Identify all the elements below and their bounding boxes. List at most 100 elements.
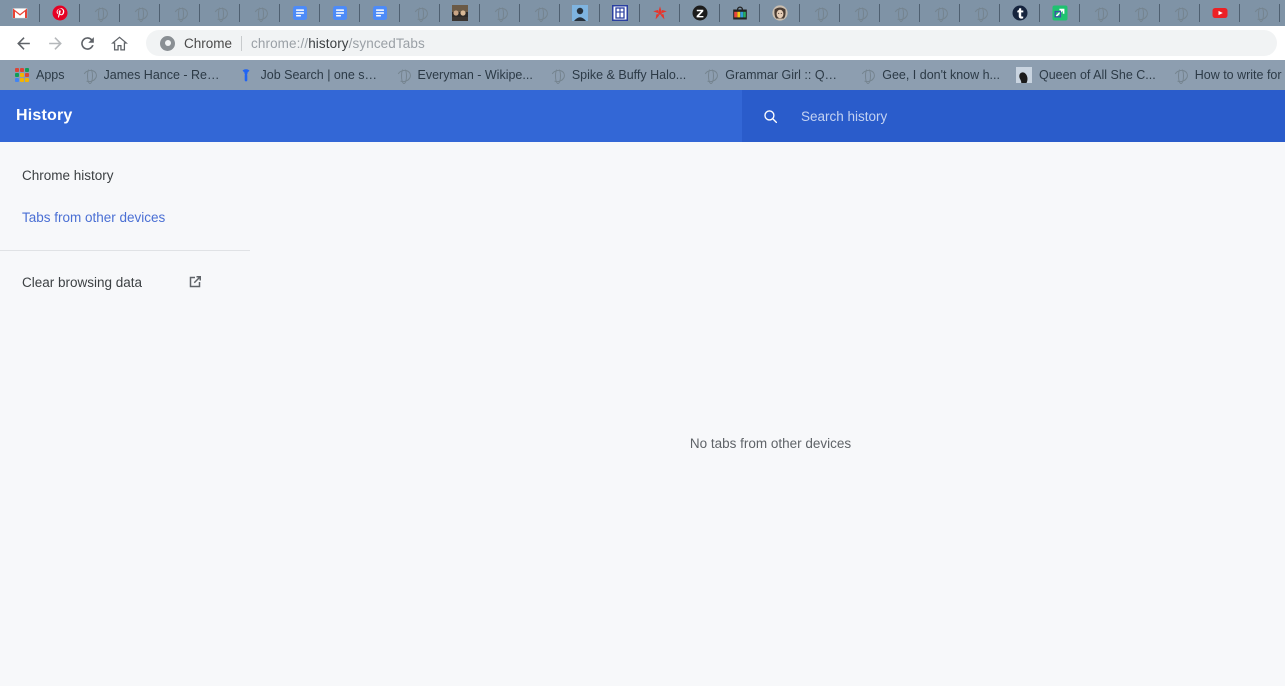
globe-icon xyxy=(812,5,828,21)
history-body: Chrome history Tabs from other devices C… xyxy=(0,142,1285,686)
pinterest-icon xyxy=(52,5,68,21)
globe-icon xyxy=(395,67,411,83)
sidebar-item-chrome-history[interactable]: Chrome history xyxy=(0,154,256,196)
browser-toolbar: Chrome chrome://history/syncedTabs xyxy=(0,26,1285,60)
photo-tab[interactable] xyxy=(440,0,480,26)
sidebar-item-clear-browsing-data[interactable]: Clear browsing data xyxy=(0,261,256,303)
generic-tab-4[interactable] xyxy=(200,0,240,26)
green-app-tab[interactable] xyxy=(1040,0,1080,26)
home-icon xyxy=(110,35,128,50)
page-title: History xyxy=(16,107,73,124)
search-icon xyxy=(764,109,778,123)
gmail-icon xyxy=(12,5,28,21)
bookmark-apps[interactable]: Apps xyxy=(7,65,73,85)
url-highlight: history xyxy=(308,35,349,51)
chrome-logo-icon xyxy=(160,35,175,51)
generic-tab-11[interactable] xyxy=(880,0,920,26)
globe-icon xyxy=(702,67,718,83)
globe-icon xyxy=(92,5,108,21)
generic-tab-2[interactable] xyxy=(120,0,160,26)
generic-tab-16[interactable] xyxy=(1160,0,1200,26)
globe-icon xyxy=(172,5,188,21)
generic-tab-8[interactable] xyxy=(520,0,560,26)
url-suffix: /syncedTabs xyxy=(348,35,425,51)
tab-strip xyxy=(0,0,1285,26)
generic-tab-5[interactable] xyxy=(240,0,280,26)
apps-grid-icon xyxy=(15,68,29,82)
bookmark-item[interactable]: Spike & Buffy Halo... xyxy=(541,64,694,86)
generic-tab-7[interactable] xyxy=(480,0,520,26)
tumblr-tab[interactable] xyxy=(1000,0,1040,26)
generic-tab-14[interactable] xyxy=(1080,0,1120,26)
framed-character-tab[interactable] xyxy=(600,0,640,26)
globe-icon xyxy=(532,5,548,21)
generic-tab-1[interactable] xyxy=(80,0,120,26)
url-prefix: chrome:// xyxy=(251,35,309,51)
bookmark-item[interactable]: How to write for co... xyxy=(1164,64,1285,86)
bookmark-item[interactable]: Grammar Girl :: Qui... xyxy=(694,64,851,86)
search-bar[interactable] xyxy=(742,90,1285,142)
youtube-tab[interactable] xyxy=(1200,0,1240,26)
generic-tab-12[interactable] xyxy=(920,0,960,26)
green-launch-icon xyxy=(1052,5,1068,21)
silhouette-icon xyxy=(1015,67,1032,83)
address-bar[interactable]: Chrome chrome://history/syncedTabs xyxy=(146,30,1277,56)
bookmark-item[interactable]: Gee, I don't know h... xyxy=(851,64,1008,86)
google-docs-icon xyxy=(332,5,348,21)
external-link-icon xyxy=(189,276,201,288)
profile-photo-tab[interactable] xyxy=(560,0,600,26)
back-button[interactable] xyxy=(8,28,38,58)
starfish-tab[interactable] xyxy=(640,0,680,26)
bookmark-item[interactable]: Everyman - Wikipe... xyxy=(387,64,541,86)
bookmark-item[interactable]: Queen of All She C... xyxy=(1008,64,1164,86)
zazzle-tab[interactable] xyxy=(680,0,720,26)
docs-tab-2[interactable] xyxy=(320,0,360,26)
globe-icon xyxy=(1172,67,1188,83)
omnibox-scheme-label: Chrome xyxy=(184,35,233,51)
generic-tab-10[interactable] xyxy=(840,0,880,26)
generic-tab-13[interactable] xyxy=(960,0,1000,26)
shopping-bag-icon xyxy=(732,5,748,21)
back-arrow-icon xyxy=(16,36,30,50)
search-input[interactable] xyxy=(801,108,1283,124)
gmail-tab[interactable] xyxy=(0,0,40,26)
forward-button[interactable] xyxy=(40,28,70,58)
generic-tab-15[interactable] xyxy=(1120,0,1160,26)
reload-icon xyxy=(80,36,94,50)
globe-icon xyxy=(1132,5,1148,21)
framed-character-icon xyxy=(611,4,629,22)
bookmark-item-label: How to write for co... xyxy=(1194,68,1285,82)
bookmark-item[interactable]: Job Search | one se... xyxy=(230,64,387,86)
bookmark-item-label: Spike & Buffy Halo... xyxy=(571,68,687,82)
indeed-icon xyxy=(238,67,254,83)
globe-icon xyxy=(852,5,868,21)
bookmarks-bar: Apps James Hance - Rele... Job Search | … xyxy=(0,60,1285,90)
globe-icon xyxy=(549,67,565,83)
history-content: No tabs from other devices xyxy=(256,142,1285,686)
shopping-bag-tab[interactable] xyxy=(720,0,760,26)
pinterest-tab[interactable] xyxy=(40,0,80,26)
docs-tab-1[interactable] xyxy=(280,0,320,26)
empty-state-message: No tabs from other devices xyxy=(689,436,852,451)
globe-icon xyxy=(212,5,228,21)
generic-tab-3[interactable] xyxy=(160,0,200,26)
omnibox-url: chrome://history/syncedTabs xyxy=(251,36,425,51)
globe-icon xyxy=(252,5,268,21)
sidebar-item-tabs-from-other-devices[interactable]: Tabs from other devices xyxy=(0,196,256,238)
globe-icon xyxy=(492,5,508,21)
photo-thumbnail-icon xyxy=(452,5,468,21)
bookmark-item[interactable]: James Hance - Rele... xyxy=(73,64,230,86)
avatar-tab[interactable] xyxy=(760,0,800,26)
generic-tab-17[interactable] xyxy=(1240,0,1280,26)
youtube-icon xyxy=(1212,5,1228,21)
reddit-tab[interactable] xyxy=(1280,0,1285,26)
generic-tab-9[interactable] xyxy=(800,0,840,26)
globe-icon xyxy=(1172,5,1188,21)
docs-tab-3[interactable] xyxy=(360,0,400,26)
globe-icon xyxy=(972,5,988,21)
home-button[interactable] xyxy=(104,28,134,58)
bookmark-item-label: Queen of All She C... xyxy=(1038,68,1156,82)
reload-button[interactable] xyxy=(72,28,102,58)
generic-tab-6[interactable] xyxy=(400,0,440,26)
google-docs-icon xyxy=(292,5,308,21)
